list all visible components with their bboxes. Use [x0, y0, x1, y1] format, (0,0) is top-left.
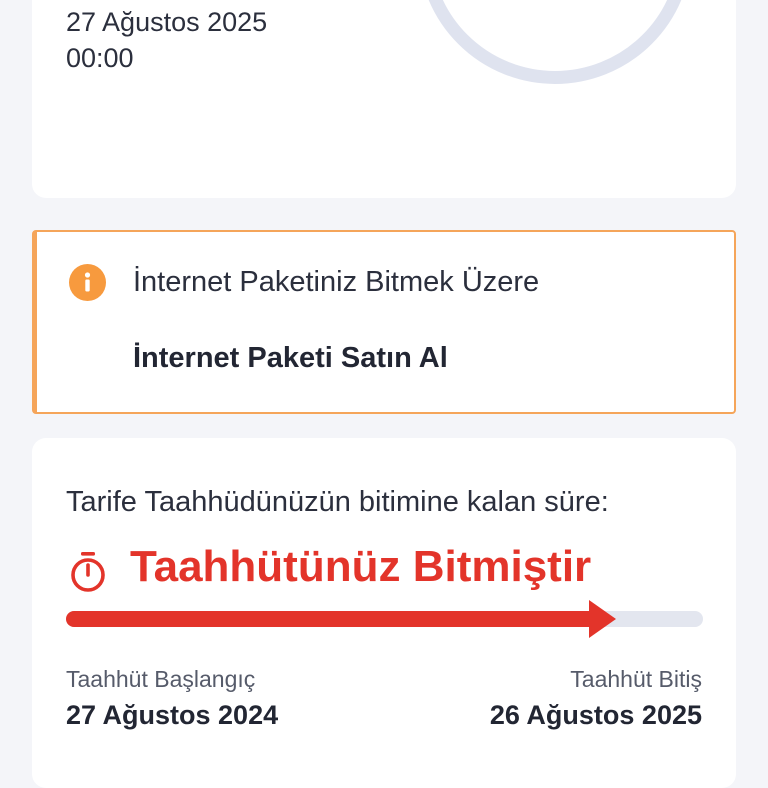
info-icon	[69, 264, 106, 301]
package-warning-card: İnternet Paketiniz Bitmek Üzere İnternet…	[32, 230, 736, 414]
commitment-status: Taahhütünüz Bitmiştir	[130, 542, 592, 591]
usage-ring-chart	[418, 0, 692, 84]
commitment-progress-fill	[66, 611, 591, 627]
timer-icon	[68, 550, 108, 594]
usage-card: 27 Ağustos 2025 00:00	[32, 0, 736, 198]
usage-time-line: 00:00	[66, 43, 134, 73]
commitment-end-date: 26 Ağustos 2025	[489, 700, 702, 730]
commitment-card: Tarife Taahhüdünüzün bitimine kalan süre…	[32, 438, 736, 788]
commitment-progress-arrow	[588, 600, 616, 638]
usage-date-line: 27 Ağustos 2025	[66, 7, 268, 37]
buy-internet-package-link[interactable]: İnternet Paketi Satın Al	[133, 342, 448, 375]
commitment-progress-bar	[66, 600, 703, 638]
usage-end-date: 27 Ağustos 2025 00:00	[66, 4, 267, 76]
warning-title: İnternet Paketiniz Bitmek Üzere	[133, 266, 540, 298]
commitment-end-label: Taahhüt Bitiş	[570, 666, 702, 692]
commitment-start-date: 27 Ağustos 2024	[66, 700, 279, 730]
commitment-remaining-label: Tarife Taahhüdünüzün bitimine kalan süre…	[66, 486, 609, 518]
commitment-start-label: Taahhüt Başlangıç	[66, 666, 256, 692]
